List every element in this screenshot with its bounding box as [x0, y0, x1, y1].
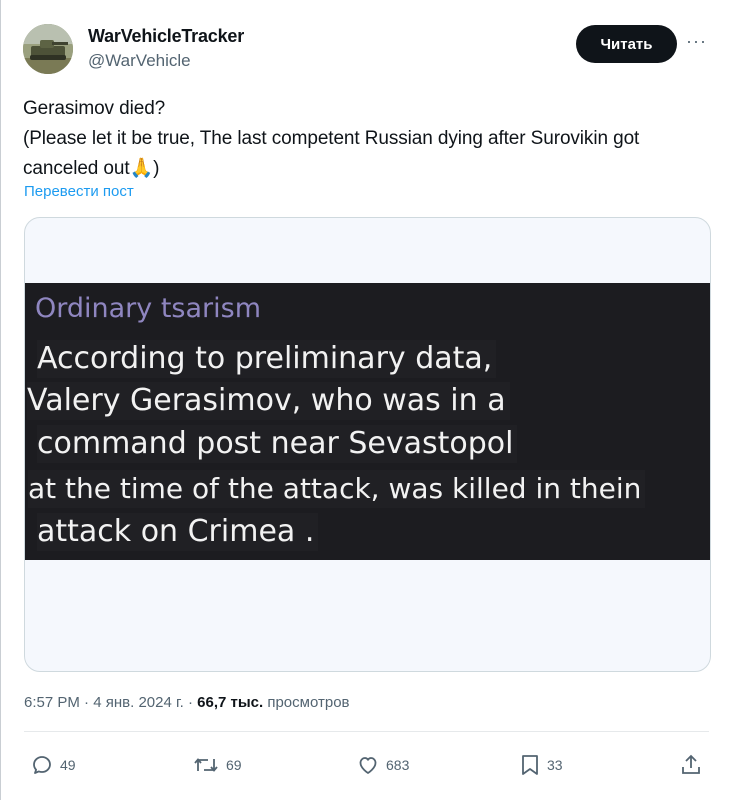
meta-separator: ·	[84, 694, 94, 711]
like-button[interactable]: 683	[356, 750, 409, 780]
meta-separator: ·	[187, 694, 198, 711]
post-date[interactable]: 4 янв. 2024 г.	[93, 694, 184, 711]
share-button[interactable]	[680, 750, 702, 780]
media-line: command post near Sevastopol	[37, 425, 518, 463]
media-line: According to preliminary data,	[37, 340, 497, 378]
media-line: Valery Gerasimov, who was in a	[27, 382, 510, 420]
post-text: Gerasimov died? (Please let it be true, …	[23, 98, 640, 179]
media-line: attack on Crimea .	[37, 513, 319, 551]
views-label: просмотров	[267, 694, 350, 711]
reply-count: 49	[60, 757, 76, 773]
media-image: Ordinary tsarism According to preliminar…	[25, 283, 710, 560]
post-meta: 6:57 PM · 4 янв. 2024 г. · 66,7 тыс. про…	[24, 694, 350, 711]
bookmark-button[interactable]: 33	[519, 750, 563, 780]
media-header: Ordinary tsarism	[35, 293, 262, 324]
author-handle[interactable]: @WarVehicle	[88, 51, 191, 71]
views-count: 66,7 тыс.	[197, 694, 264, 711]
reply-icon	[33, 756, 51, 774]
translate-post-link[interactable]: Перевести пост	[24, 183, 134, 200]
reply-button[interactable]: 49	[30, 750, 76, 780]
bookmark-icon	[522, 755, 538, 775]
window-edge	[0, 0, 1, 800]
author-display-name[interactable]: WarVehicleTracker	[88, 26, 244, 47]
repost-count: 69	[226, 757, 242, 773]
repost-button[interactable]: 69	[192, 750, 242, 780]
repost-icon	[194, 758, 218, 772]
more-horizontal-icon[interactable]: ···	[686, 32, 707, 50]
bookmark-count: 33	[547, 757, 563, 773]
follow-button[interactable]: Читать	[576, 25, 677, 63]
heart-icon	[359, 757, 377, 774]
share-icon	[682, 754, 700, 774]
media-card[interactable]: Ordinary tsarism According to preliminar…	[24, 217, 711, 672]
post-time[interactable]: 6:57 PM	[24, 694, 80, 711]
tank-avatar-icon	[23, 24, 73, 74]
divider	[24, 731, 709, 732]
avatar[interactable]	[23, 24, 73, 74]
media-line: at the time of the attack, was killed in…	[28, 470, 646, 508]
like-count: 683	[386, 757, 410, 773]
